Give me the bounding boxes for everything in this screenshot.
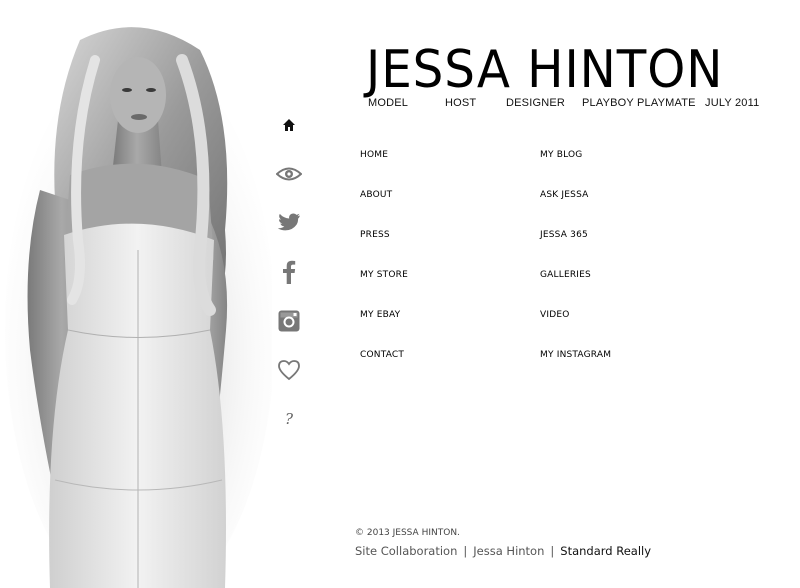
hero-photo: [0, 0, 272, 588]
nav-contact[interactable]: CONTACT: [360, 350, 404, 360]
nav-home[interactable]: HOME: [360, 150, 388, 160]
question-icon[interactable]: ?: [272, 404, 306, 434]
nav-jessa-365[interactable]: JESSA 365: [540, 230, 588, 240]
tagline-playmate: PLAYBOY PLAYMATE: [582, 97, 696, 109]
credit-standard-really[interactable]: Standard Really: [560, 544, 651, 558]
site-logo[interactable]: JESSA HINTON: [366, 44, 738, 96]
tagline-host: HOST: [445, 97, 477, 109]
credit-jessa-hinton[interactable]: Jessa Hinton: [473, 544, 544, 558]
eye-icon[interactable]: [272, 159, 306, 189]
nav-video[interactable]: VIDEO: [540, 310, 570, 320]
copyright-text: © 2013 JESSA HINTON.: [355, 528, 460, 538]
credit-separator: |: [463, 544, 468, 558]
tagline-designer: DESIGNER: [506, 97, 566, 109]
nav-my-ebay[interactable]: MY EBAY: [360, 310, 400, 320]
heart-icon[interactable]: [272, 355, 306, 385]
model-portrait-image: [5, 27, 272, 588]
twitter-icon[interactable]: [272, 208, 306, 238]
nav-ask-jessa[interactable]: ASK JESSA: [540, 190, 589, 200]
question-glyph: ?: [284, 410, 294, 428]
tagline-model: MODEL: [368, 97, 409, 109]
facebook-icon[interactable]: [272, 257, 306, 287]
credit-separator: |: [550, 544, 555, 558]
nav-about[interactable]: ABOUT: [360, 190, 392, 200]
nav-my-store[interactable]: MY STORE: [360, 270, 408, 280]
nav-press[interactable]: PRESS: [360, 230, 390, 240]
home-icon[interactable]: [272, 110, 306, 140]
tagline-date: JULY 2011: [705, 97, 760, 109]
instagram-icon[interactable]: [272, 306, 306, 336]
nav-galleries[interactable]: GALLERIES: [540, 270, 591, 280]
credit-site-collaboration[interactable]: Site Collaboration: [355, 544, 457, 558]
nav-my-blog[interactable]: MY BLOG: [540, 150, 582, 160]
footer-credits: Site Collaboration | Jessa Hinton | Standard…: [355, 544, 651, 558]
nav-my-instagram[interactable]: MY INSTAGRAM: [540, 350, 611, 360]
